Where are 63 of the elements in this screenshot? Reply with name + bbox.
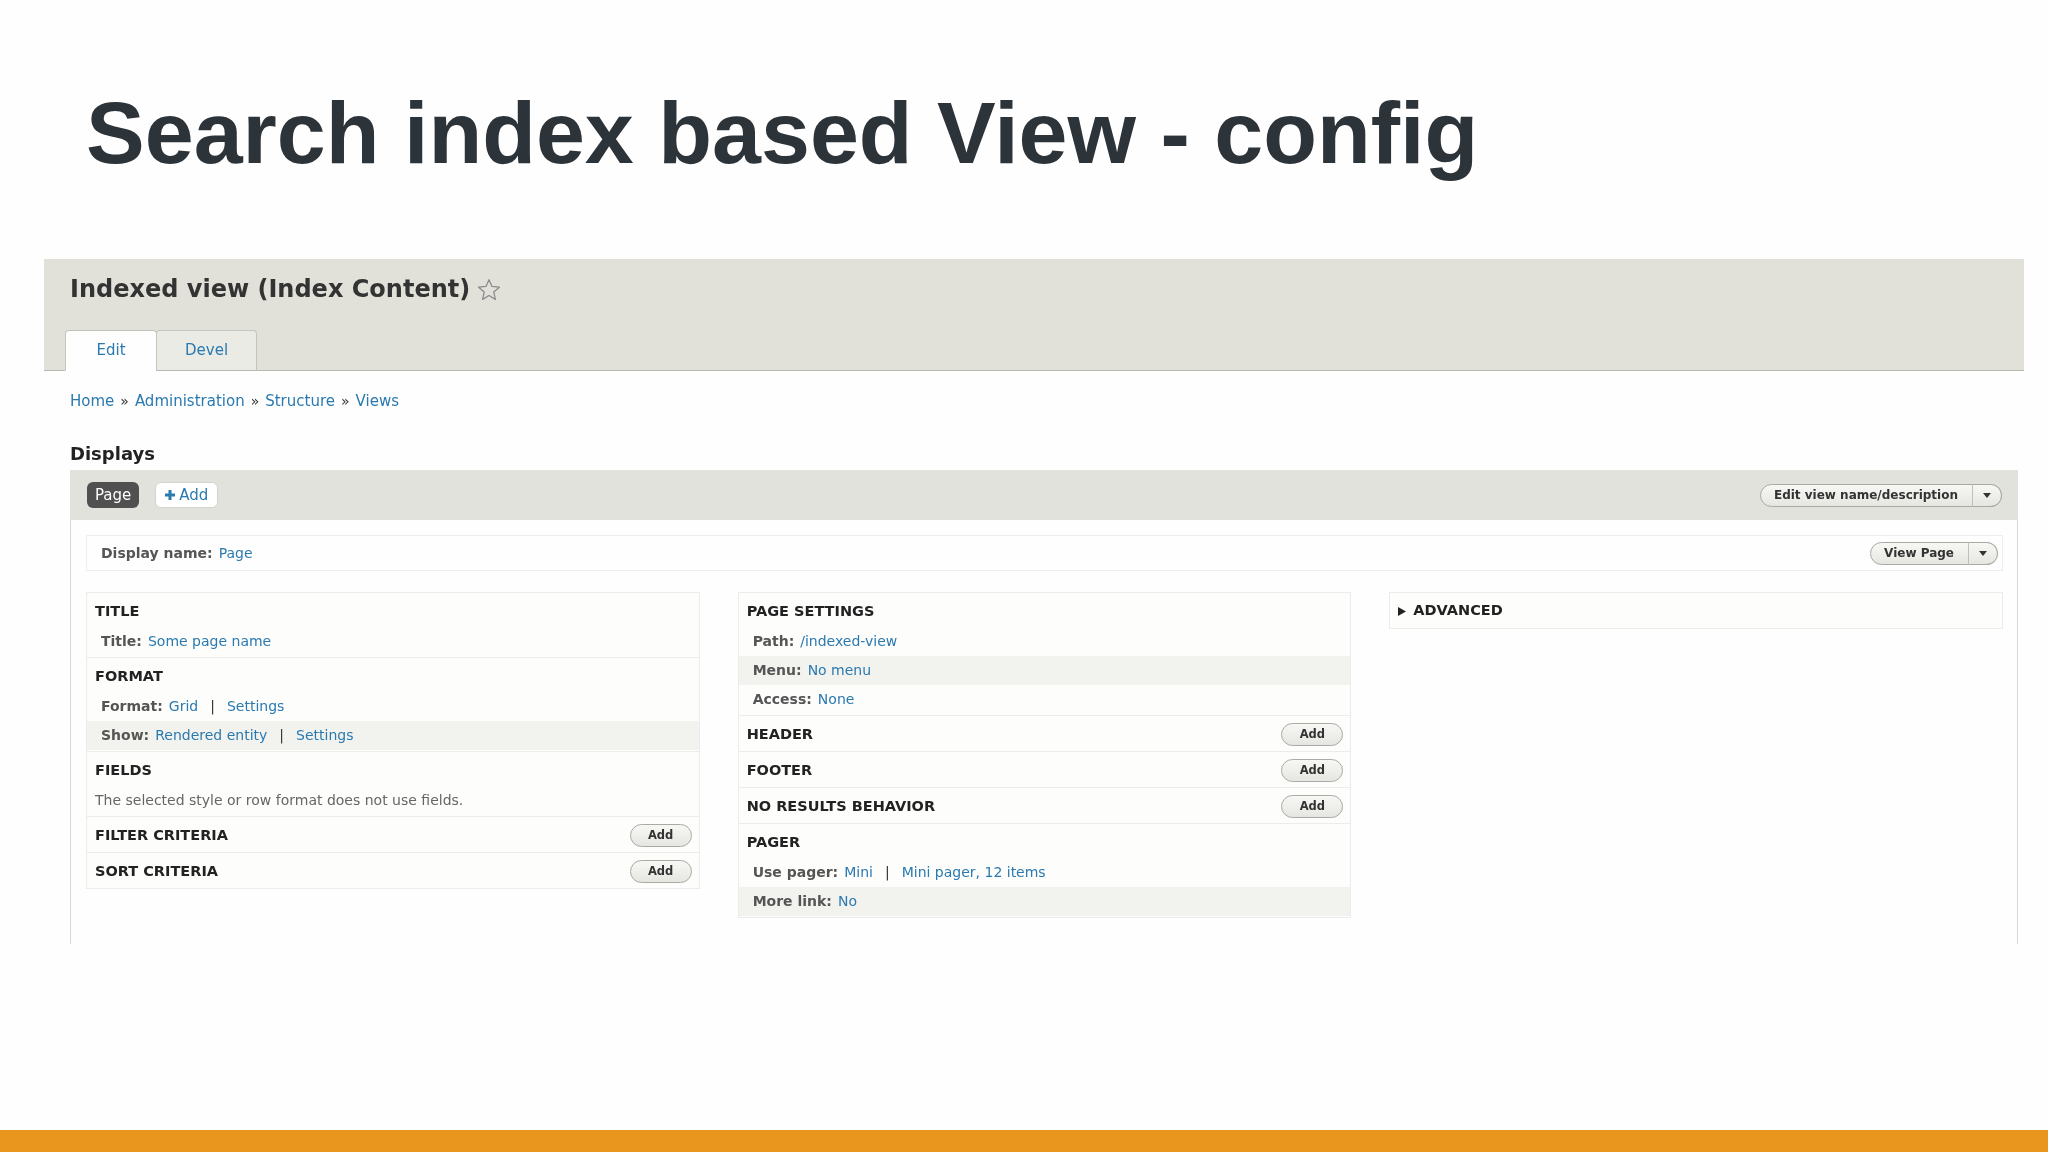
add-button[interactable]: Add: [629, 824, 692, 847]
setting-link[interactable]: Rendered entity: [155, 721, 268, 750]
setting-link[interactable]: Some page name: [147, 627, 272, 656]
add-display-button[interactable]: Add: [155, 482, 219, 508]
section-heading: PAGER: [746, 832, 801, 852]
breadcrumb-separator: »: [250, 392, 260, 411]
section-heading: HEADER: [746, 724, 814, 744]
setting-link[interactable]: /indexed-view: [800, 627, 898, 656]
setting-link[interactable]: No: [837, 887, 857, 916]
setting-link[interactable]: Mini pager, 12 items: [901, 858, 1046, 887]
display-name-link[interactable]: Page: [218, 542, 253, 564]
link-divider: |: [279, 726, 285, 746]
setting-label: Access:: [752, 690, 812, 709]
dropdown-toggle[interactable]: [1972, 483, 2002, 507]
breadcrumb-separator: »: [341, 392, 350, 411]
breadcrumb-link[interactable]: Structure: [265, 391, 335, 411]
section-title: Displays: [70, 443, 156, 465]
breadcrumb-link[interactable]: Home: [70, 391, 115, 411]
section-heading: FOOTER: [746, 760, 813, 780]
setting-label: Format:: [101, 697, 163, 716]
star-icon[interactable]: [478, 278, 501, 300]
breadcrumb-link[interactable]: Views: [355, 391, 399, 411]
setting-link[interactable]: No menu: [807, 656, 872, 685]
add-button[interactable]: Add: [629, 860, 692, 883]
field-label: Display name:: [101, 543, 213, 563]
setting-link[interactable]: None: [817, 685, 855, 714]
link-divider: |: [884, 863, 890, 883]
slide-title: Search index based View - config: [86, 82, 1479, 183]
breadcrumb-link[interactable]: Administration: [134, 391, 245, 411]
add-button[interactable]: Add: [1281, 759, 1344, 782]
section-heading: FIELDS: [95, 760, 152, 780]
page-title: Indexed view (Index Content): [70, 274, 471, 305]
section-note: The selected style or row format does not use fields.: [94, 791, 465, 810]
section-heading: FORMAT: [95, 666, 163, 686]
edit-view-button[interactable]: Edit view name/description: [1759, 483, 1973, 507]
setting-label: Title:: [101, 632, 142, 651]
setting-label: More link:: [752, 892, 832, 911]
setting-label: Path:: [752, 632, 795, 651]
setting-label: Show:: [101, 726, 150, 745]
link-divider: |: [210, 697, 215, 717]
setting-link[interactable]: Settings: [226, 692, 285, 721]
setting-label: Menu:: [752, 661, 802, 680]
plus-icon: [165, 490, 176, 500]
section-heading: PAGE SETTINGS: [746, 601, 875, 621]
setting-link[interactable]: Mini: [844, 858, 873, 887]
section-heading: SORT CRITERIA: [95, 861, 218, 881]
setting-link[interactable]: Settings: [296, 721, 354, 750]
tab[interactable]: Edit: [65, 330, 157, 371]
dropdown-toggle[interactable]: [1968, 541, 1998, 565]
display-tab[interactable]: Page: [87, 482, 140, 508]
caret-icon: [1983, 492, 1991, 498]
view-page-button[interactable]: View Page: [1870, 541, 1969, 565]
section-heading: TITLE: [95, 601, 140, 621]
add-button[interactable]: Add: [1281, 795, 1344, 818]
setting-link[interactable]: Grid: [168, 692, 199, 721]
tab[interactable]: Devel: [156, 330, 258, 371]
caret-icon: [1979, 550, 1987, 556]
section-heading: FILTER CRITERIA: [95, 825, 228, 845]
section-heading: NO RESULTS BEHAVIOR: [746, 796, 936, 816]
breadcrumb-separator: »: [120, 392, 129, 411]
setting-label: Use pager:: [752, 863, 839, 882]
section-toggle[interactable]: ADVANCED: [1398, 600, 1503, 622]
add-button[interactable]: Add: [1281, 723, 1344, 746]
